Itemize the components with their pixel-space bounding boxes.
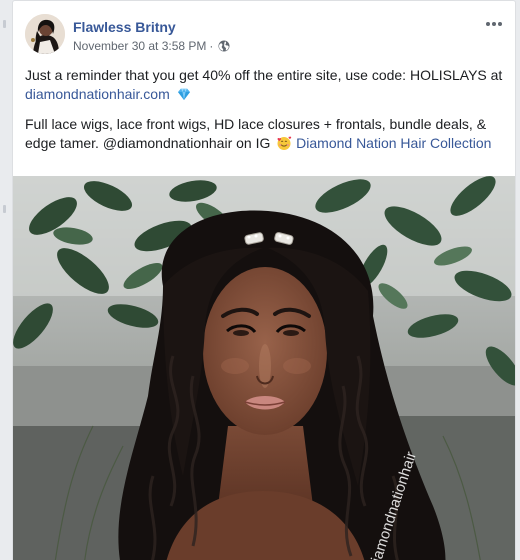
- more-options-icon[interactable]: [483, 17, 505, 31]
- post-header: Flawless Britny November 30 at 3:58 PM ·: [25, 14, 503, 58]
- gutter-mark: [3, 205, 6, 213]
- page: Flawless Britny November 30 at 3:58 PM ·…: [0, 0, 520, 560]
- author-name[interactable]: Flawless Britny: [73, 19, 176, 35]
- post-paragraph-1: Just a reminder that you get 40% off the…: [25, 66, 505, 104]
- post-photo-image: diamondnationhair: [13, 176, 515, 560]
- avatar[interactable]: [25, 14, 65, 54]
- post-paragraph-2: Full lace wigs, lace front wigs, HD lace…: [25, 115, 505, 153]
- post-photo[interactable]: diamondnationhair: [13, 176, 515, 560]
- avatar-image: [25, 14, 65, 54]
- gutter-mark: [3, 20, 6, 28]
- post-card: Flawless Britny November 30 at 3:58 PM ·…: [12, 0, 516, 560]
- page-link-diamond-nation[interactable]: Diamond Nation Hair Collection: [296, 135, 491, 151]
- left-gutter: [0, 0, 12, 560]
- smiling-face-with-hearts-icon: [276, 135, 292, 151]
- site-link[interactable]: diamondnationhair.com: [25, 86, 170, 102]
- paragraph-1-text: Just a reminder that you get 40% off the…: [25, 67, 503, 83]
- post-text: Just a reminder that you get 40% off the…: [25, 66, 505, 164]
- meta-separator: ·: [209, 39, 214, 53]
- gem-icon: [176, 86, 192, 102]
- post-timestamp[interactable]: November 30 at 3:58 PM: [73, 39, 206, 53]
- globe-icon[interactable]: [218, 40, 230, 52]
- post-meta: November 30 at 3:58 PM ·: [73, 39, 230, 53]
